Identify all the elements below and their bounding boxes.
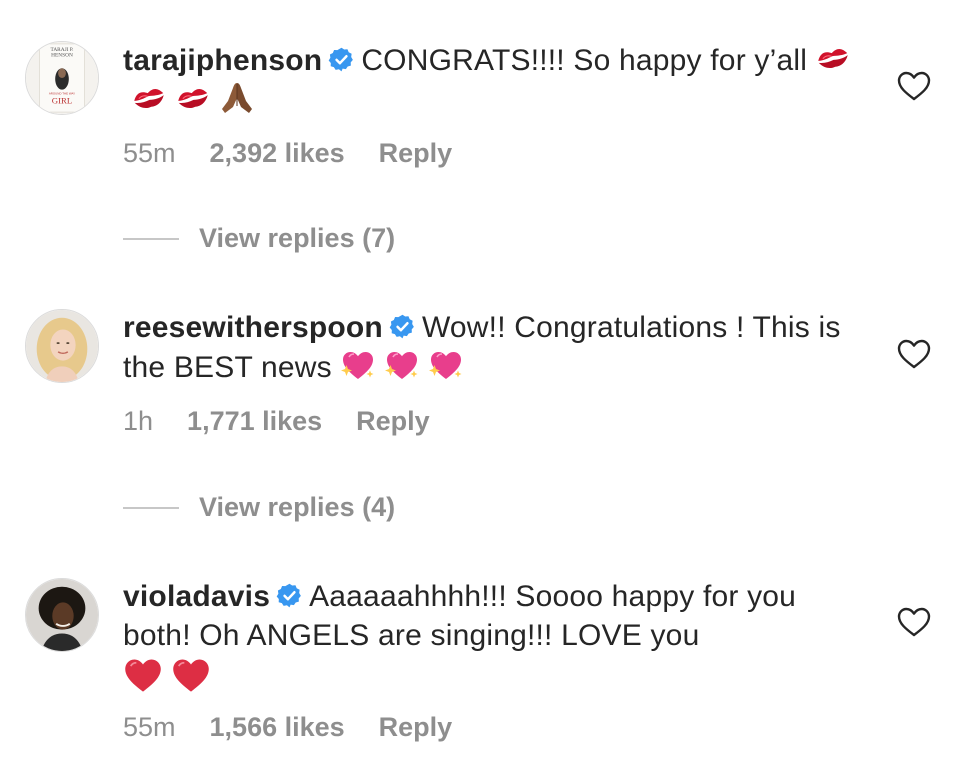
- avatar[interactable]: TARAJI P. HENSON AROUND THE WAY GIRL: [25, 41, 99, 115]
- username[interactable]: reesewitherspoon: [123, 311, 383, 344]
- verified-badge-icon: [328, 46, 355, 73]
- sparkling-heart-icon: [384, 347, 420, 383]
- timestamp: 55m: [123, 138, 176, 168]
- view-replies-row[interactable]: View replies (4): [123, 492, 395, 523]
- reply-button[interactable]: Reply: [379, 712, 453, 743]
- comment-body: tarajiphenson CONGRATS!!!! So happy for y…: [123, 40, 853, 120]
- like-heart-icon[interactable]: [897, 71, 931, 101]
- verified-badge-icon: [276, 582, 303, 609]
- red-heart-icon: [171, 655, 211, 695]
- verified-badge-icon: [389, 313, 416, 340]
- comment-meta: 55m 2,392 likes Reply: [123, 138, 452, 169]
- red-heart-icon: [123, 655, 163, 695]
- comment-meta: 55m 1,566 likes Reply: [123, 712, 452, 743]
- likes-count[interactable]: 1,566 likes: [210, 712, 345, 743]
- kiss-mark-icon: [815, 40, 851, 76]
- like-heart-icon[interactable]: [897, 607, 931, 637]
- username[interactable]: violadavis: [123, 580, 270, 613]
- view-replies-button[interactable]: View replies (4): [199, 492, 395, 523]
- kiss-mark-icon: [131, 80, 167, 116]
- comment-text: CONGRATS!!!! So happy for y’all: [361, 44, 808, 77]
- view-replies-row[interactable]: View replies (7): [123, 223, 395, 254]
- folded-hands-icon: [219, 80, 255, 116]
- like-heart-icon[interactable]: [897, 339, 931, 369]
- divider-line: [123, 237, 179, 240]
- reply-button[interactable]: Reply: [379, 138, 453, 169]
- username[interactable]: tarajiphenson: [123, 44, 322, 77]
- comment-body: violadavis Aaaaaahhhh!!! Soooo happy for …: [123, 577, 853, 699]
- timestamp: 1h: [123, 406, 154, 436]
- view-replies-button[interactable]: View replies (7): [199, 223, 395, 254]
- comment-body: reesewitherspoon Wow!! Congratulations ! …: [123, 308, 853, 387]
- svg-text:HENSON: HENSON: [51, 53, 73, 59]
- avatar[interactable]: [25, 309, 99, 383]
- divider-line: [123, 506, 179, 509]
- sparkling-heart-icon: [428, 347, 464, 383]
- reply-button[interactable]: Reply: [356, 406, 430, 437]
- comment-meta: 1h 1,771 likes Reply: [123, 406, 430, 437]
- likes-count[interactable]: 1,771 likes: [187, 406, 322, 437]
- svg-text:GIRL: GIRL: [52, 95, 72, 105]
- likes-count[interactable]: 2,392 likes: [210, 138, 345, 169]
- sparkling-heart-icon: [340, 347, 376, 383]
- avatar[interactable]: [25, 578, 99, 652]
- timestamp: 55m: [123, 712, 176, 742]
- kiss-mark-icon: [175, 80, 211, 116]
